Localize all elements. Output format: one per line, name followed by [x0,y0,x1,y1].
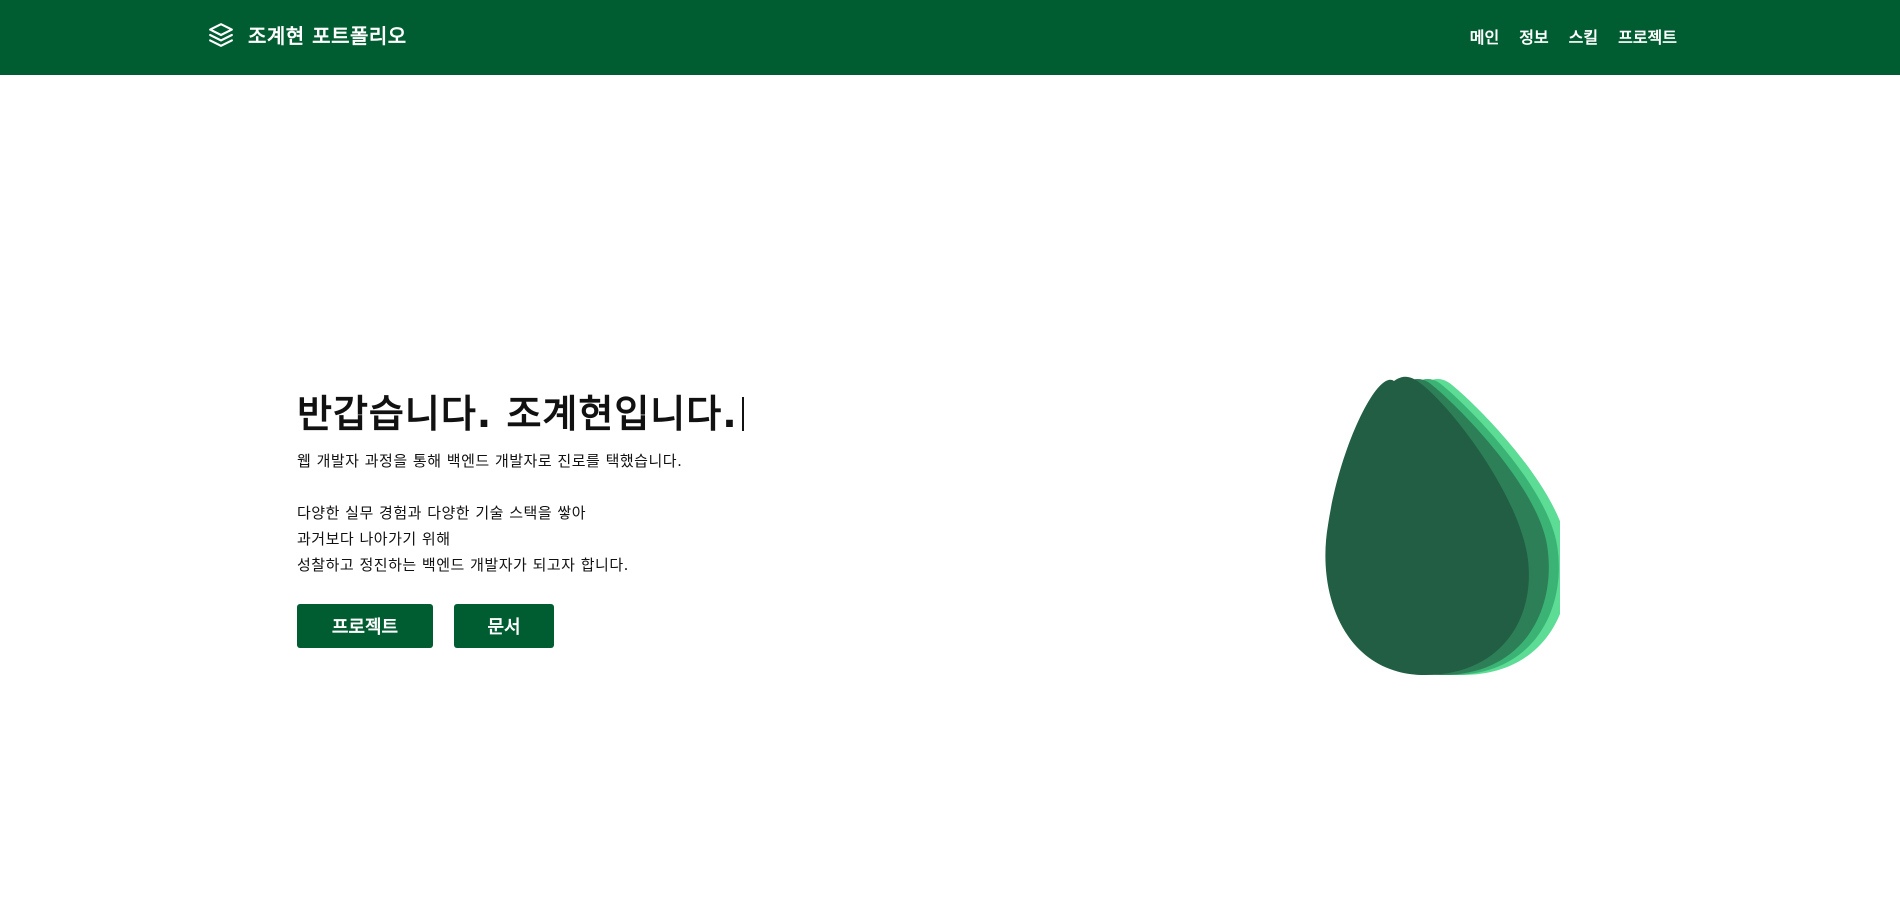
typing-cursor [741,397,744,431]
hero-title: 반갑습니다. 조계현입니다. [297,390,937,438]
nav-skills[interactable]: 스킬 [1569,24,1598,48]
drop-layer-front [1325,376,1529,675]
nav-main[interactable]: 메인 [1470,24,1499,48]
hero-title-text: 반갑습니다. 조계현입니다. [297,392,738,436]
site-title: 조계현 포트폴리오 [248,24,407,48]
hero-section: 반갑습니다. 조계현입니다. 웹 개발자 과정을 통해 백엔드 개발자로 진로를… [297,390,937,648]
main-nav: 메인 정보 스킬 프로젝트 [1470,24,1677,48]
navbar: 조계현 포트폴리오 메인 정보 스킬 프로젝트 [0,0,1900,75]
hero-line: 성찰하고 정진하는 백엔드 개발자가 되고자 합니다. [297,556,629,574]
hero-intro: 웹 개발자 과정을 통해 백엔드 개발자로 진로를 택했습니다. [297,452,683,470]
docs-button[interactable]: 문서 [454,604,554,648]
projects-button[interactable]: 프로젝트 [297,604,433,648]
nav-projects[interactable]: 프로젝트 [1618,24,1677,48]
hero-line: 과거보다 나아가기 위해 [297,530,451,548]
brand-link[interactable]: 조계현 포트폴리오 [208,20,407,49]
nav-info[interactable]: 정보 [1519,24,1548,48]
hero-buttons: 프로젝트 문서 [297,604,937,648]
layers-icon [208,22,234,48]
water-drop-layers-icon [1320,375,1569,685]
hero-description: 웹 개발자 과정을 통해 백엔드 개발자로 진로를 택했습니다. 다양한 실무 … [297,448,937,578]
hero-line: 다양한 실무 경험과 다양한 기술 스택을 쌓아 [297,504,587,522]
